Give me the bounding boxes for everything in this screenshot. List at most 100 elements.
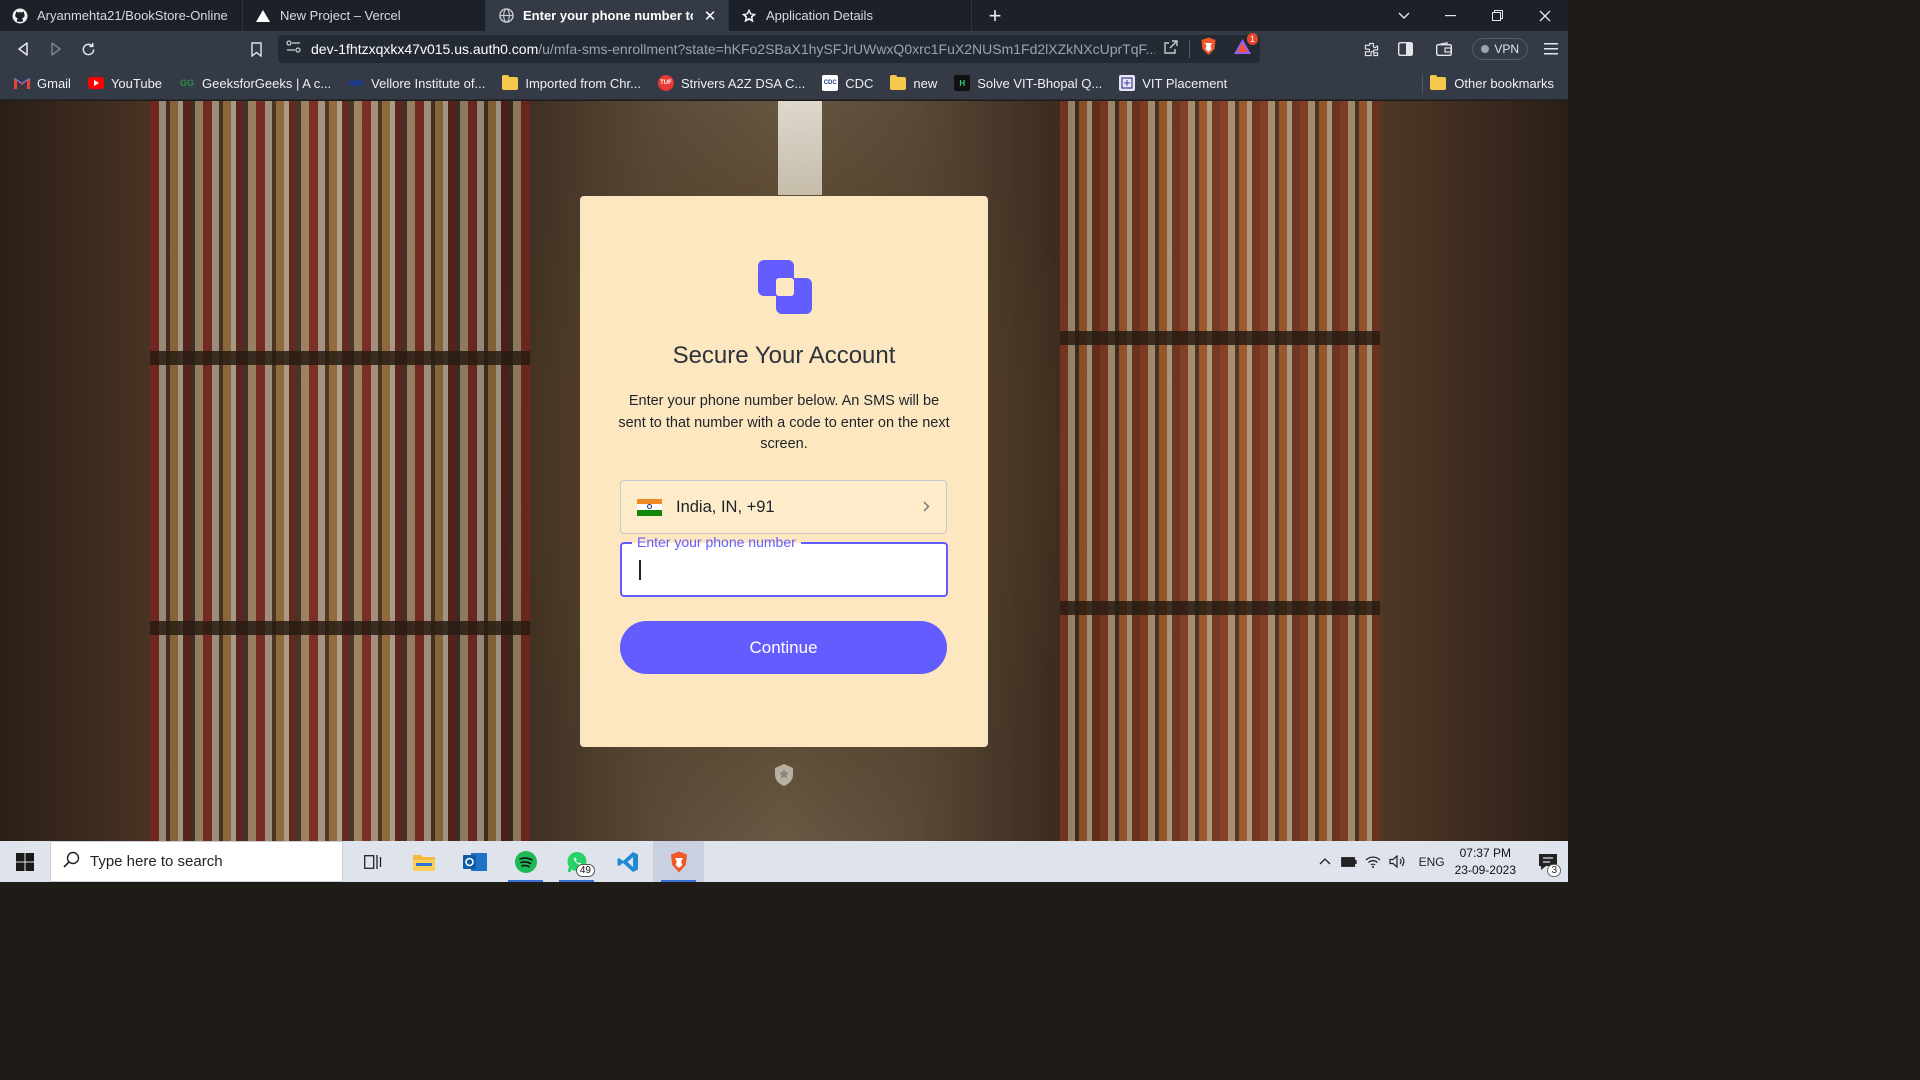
- sidebar-icon[interactable]: [1388, 31, 1422, 67]
- bookmark-folder-new[interactable]: new: [890, 74, 938, 91]
- notification-count: 3: [1547, 864, 1561, 877]
- search-icon: [63, 851, 80, 873]
- brave-shields-icon[interactable]: [1200, 37, 1217, 61]
- wifi-icon[interactable]: [1361, 855, 1385, 868]
- bookmark-label: Strivers A2Z DSA C...: [680, 75, 806, 91]
- cdc-icon: CDC: [822, 75, 839, 91]
- tab-title: Aryanmehta21/BookStore-Online: [37, 8, 228, 23]
- reload-icon[interactable]: [72, 31, 105, 67]
- tab-title: Application Details: [766, 8, 873, 23]
- bookmark-label: new: [913, 75, 938, 91]
- auth0-badge-icon[interactable]: [773, 763, 795, 787]
- page-title: Secure Your Account: [672, 342, 896, 369]
- country-code-selector[interactable]: India, IN, +91: [620, 480, 947, 534]
- urlbar-divider: [1189, 40, 1190, 58]
- url-host: dev-1fhtzxqxkx47v015.us.auth0.com: [311, 41, 539, 57]
- bookmark-gmail[interactable]: Gmail: [14, 75, 71, 91]
- system-tray: ENG 07:37 PM 23-09-2023 3: [1313, 841, 1568, 882]
- wallet-icon[interactable]: [1422, 31, 1466, 67]
- folder-icon: [502, 74, 519, 90]
- forward-icon[interactable]: [39, 31, 72, 67]
- clock-date: 23-09-2023: [1454, 862, 1516, 877]
- globe-icon: [498, 8, 514, 24]
- other-bookmarks[interactable]: Other bookmarks: [1430, 67, 1554, 100]
- volume-icon[interactable]: [1385, 855, 1409, 868]
- tab-auth0-active[interactable]: Enter your phone number to log ✕: [486, 0, 729, 31]
- whatsapp-unread-badge: 49: [575, 864, 595, 877]
- youtube-icon: [87, 75, 104, 91]
- country-code-label: India, IN, +91: [676, 497, 775, 516]
- phone-number-field[interactable]: Enter your phone number: [620, 534, 948, 597]
- brave-rewards-icon[interactable]: 1: [1233, 33, 1258, 60]
- shelf-board: [1060, 331, 1380, 345]
- instructions-text: Enter your phone number below. An SMS wi…: [618, 393, 950, 452]
- bookmark-label: VIT Placement: [1142, 75, 1228, 91]
- url-text[interactable]: dev-1fhtzxqxkx47v015.us.auth0.com/u/mfa-…: [311, 41, 1155, 57]
- extensions-icon[interactable]: [1354, 31, 1388, 67]
- back-icon[interactable]: [6, 31, 39, 67]
- bookmark-label: Vellore Institute of...: [371, 75, 486, 91]
- tab-vercel[interactable]: New Project – Vercel: [243, 0, 486, 31]
- bookmarks-divider: [1422, 75, 1423, 93]
- outlook-icon[interactable]: [449, 841, 500, 882]
- menu-icon[interactable]: [1534, 31, 1568, 67]
- folder-icon: [890, 74, 907, 90]
- bookmark-solve-vit[interactable]: H Solve VIT-Bhopal Q...: [954, 75, 1102, 91]
- notification-center-icon[interactable]: 3: [1528, 841, 1568, 882]
- bookmark-folder-imported[interactable]: Imported from Chr...: [502, 74, 641, 91]
- app-logo-icon: [758, 260, 812, 314]
- share-icon[interactable]: [1163, 39, 1179, 60]
- shelf-board: [150, 621, 530, 635]
- bookmark-geeksforgeeks[interactable]: GG GeeksforGeeks | A c...: [179, 75, 331, 91]
- tab-title: Enter your phone number to log: [523, 8, 693, 23]
- browser-toolbar: dev-1fhtzxqxkx47v015.us.auth0.com/u/mfa-…: [0, 31, 1568, 67]
- vit-placement-icon: [1119, 75, 1136, 91]
- bookmark-vellore[interactable]: Vellore Institute of...: [348, 75, 485, 91]
- windows-taskbar: Type here to search 49 ENG 07:37 PM 23-0…: [0, 841, 1568, 882]
- auth0-icon: [741, 8, 757, 24]
- minimize-icon[interactable]: [1427, 0, 1474, 31]
- bookmark-cdc[interactable]: CDC CDC: [822, 75, 873, 91]
- language-indicator[interactable]: ENG: [1419, 855, 1445, 869]
- file-explorer-icon[interactable]: [398, 841, 449, 882]
- search-placeholder: Type here to search: [90, 853, 223, 870]
- ceiling-light: [778, 101, 822, 195]
- clock-time: 07:37 PM: [1459, 845, 1511, 860]
- address-bar[interactable]: dev-1fhtzxqxkx47v015.us.auth0.com/u/mfa-…: [278, 33, 1260, 63]
- tab-strip: Aryanmehta21/BookStore-Online New Projec…: [0, 0, 1568, 31]
- bookmark-icon[interactable]: [240, 31, 273, 67]
- continue-button[interactable]: Continue: [620, 621, 947, 674]
- gfg-icon: GG: [180, 78, 195, 88]
- bookmark-label: Imported from Chr...: [525, 75, 641, 91]
- taskbar-search[interactable]: Type here to search: [50, 841, 343, 882]
- bookmark-strivers[interactable]: TUF Strivers A2Z DSA C...: [657, 75, 806, 91]
- bookmark-label: Gmail: [37, 75, 71, 91]
- battery-icon[interactable]: [1337, 856, 1361, 867]
- task-view-icon[interactable]: [347, 841, 398, 882]
- site-settings-icon[interactable]: [286, 40, 301, 58]
- tab-search-chevron-icon[interactable]: [1380, 0, 1427, 31]
- new-tab-button[interactable]: +: [972, 0, 1018, 31]
- other-bookmarks-label: Other bookmarks: [1454, 76, 1554, 91]
- bookmark-vit-placement[interactable]: VIT Placement: [1119, 75, 1227, 91]
- restore-icon[interactable]: [1474, 0, 1521, 31]
- brave-browser-icon[interactable]: [653, 841, 704, 882]
- tab-github[interactable]: Aryanmehta21/BookStore-Online: [0, 0, 243, 31]
- clock[interactable]: 07:37 PM 23-09-2023: [1455, 845, 1516, 879]
- vercel-icon: [255, 8, 271, 24]
- bookmark-label: CDC: [845, 75, 874, 91]
- whatsapp-icon[interactable]: 49: [551, 841, 602, 882]
- chevron-up-icon[interactable]: [1313, 858, 1337, 865]
- url-path: /u/mfa-sms-enrollment?state=hKFo2SBaX1hy…: [538, 41, 1155, 57]
- close-window-icon[interactable]: [1521, 0, 1568, 31]
- bookmark-youtube[interactable]: YouTube: [87, 75, 162, 91]
- hackerearth-icon: H: [954, 75, 971, 91]
- tab-close-icon[interactable]: ✕: [702, 7, 718, 25]
- spotify-icon[interactable]: [500, 841, 551, 882]
- vscode-icon[interactable]: [602, 841, 653, 882]
- vpn-button[interactable]: VPN: [1472, 38, 1528, 60]
- github-icon: [12, 8, 28, 24]
- phone-number-input[interactable]: [622, 544, 946, 595]
- windows-start-icon[interactable]: [0, 841, 50, 882]
- tab-application-details[interactable]: Application Details: [729, 0, 972, 31]
